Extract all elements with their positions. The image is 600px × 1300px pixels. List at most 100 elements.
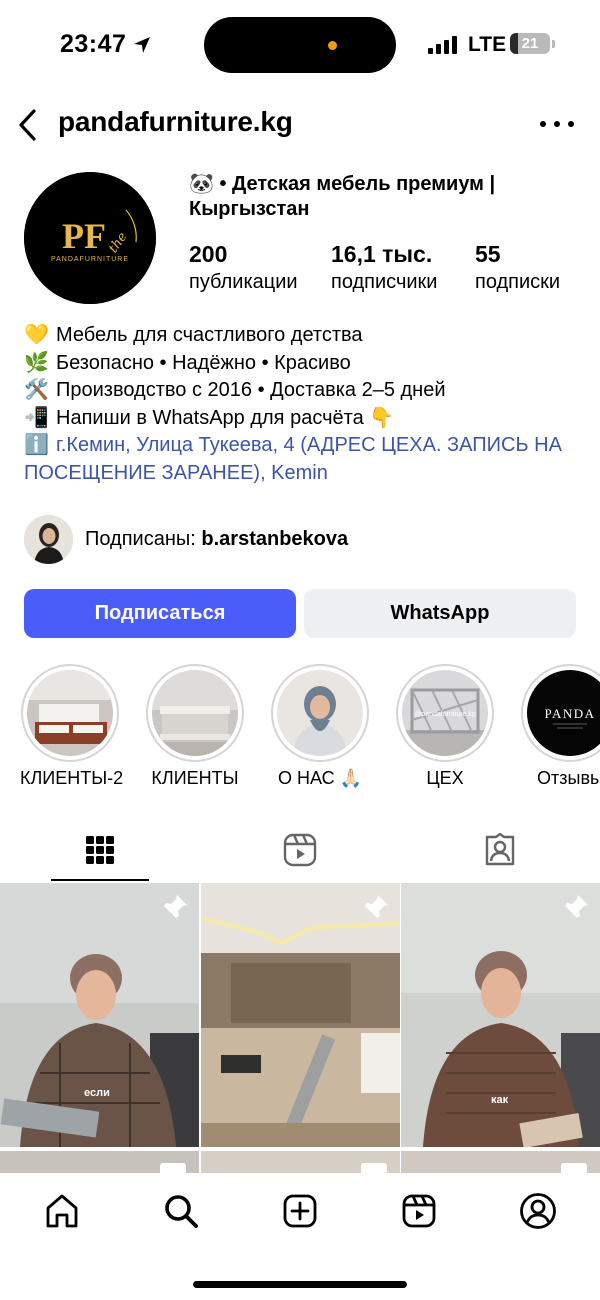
stat-label: подписки xyxy=(475,271,561,293)
search-icon xyxy=(165,1195,198,1228)
post-image xyxy=(401,883,600,1147)
location-arrow-icon xyxy=(134,36,151,53)
tab-posts-grid[interactable] xyxy=(0,818,200,882)
bio-emoji: 📲 xyxy=(24,406,49,429)
post-image xyxy=(0,883,199,1147)
bio-text: Напиши в WhatsApp для расчёта 👇 xyxy=(56,406,395,429)
highlight-label: КЛИЕНТЫ-2 xyxy=(20,768,124,788)
address-text: г.Кемин, Улица Тукеева, 4 (АДРЕС ЦЕХА. З… xyxy=(24,434,562,484)
panda-furniture-logo: PF the PANDAFURNITURE xyxy=(24,172,156,304)
post-thumbnail[interactable] xyxy=(401,1151,600,1173)
more-options-button[interactable] xyxy=(540,112,574,136)
profile-username: pandafurniture.kg xyxy=(58,106,293,137)
post-thumbnail[interactable]: если xyxy=(0,883,199,1147)
bio-text: Мебель для счастливого детства xyxy=(56,324,363,346)
highlight-item[interactable]: КЛИЕНТЫ xyxy=(145,664,245,789)
follower-photo xyxy=(24,514,73,564)
network-type: LTE xyxy=(468,33,507,56)
profile-avatar[interactable]: PF the PANDAFURNITURE xyxy=(24,172,156,304)
time-text: 23:47 xyxy=(60,30,127,58)
battery-percent: 21 xyxy=(521,35,539,52)
pin-icon xyxy=(164,895,187,918)
follower-avatar xyxy=(24,514,73,564)
pin-icon xyxy=(365,895,388,918)
create-icon xyxy=(283,1194,317,1228)
nav-profile[interactable] xyxy=(518,1191,558,1231)
stat-label: публикации xyxy=(189,271,298,293)
nav-reels[interactable] xyxy=(399,1191,439,1231)
bio-emoji: 🌿 xyxy=(24,351,49,374)
reels-icon xyxy=(402,1194,436,1228)
highlight-item[interactable]: PANDA Отзывы xyxy=(520,664,600,789)
tagged-icon xyxy=(485,833,515,866)
highlight-label: О НАС 🙏🏻 xyxy=(277,768,363,788)
posts-grid: если как xyxy=(0,883,600,1173)
bio-emoji: 💛 xyxy=(24,324,49,346)
highlight-image: @pandafurniture.kg xyxy=(402,670,488,756)
back-arrow-icon xyxy=(19,109,36,141)
stat-following[interactable]: 55 подписки xyxy=(475,240,560,296)
bio-emoji: 🛠️ xyxy=(24,379,49,401)
post-caption: как xyxy=(491,1094,509,1106)
followed-by-user[interactable]: b.arstanbekova xyxy=(201,528,348,550)
post-thumbnail[interactable] xyxy=(201,1151,400,1173)
tab-reels[interactable] xyxy=(200,818,400,882)
highlight-label: Отзывы xyxy=(537,768,600,788)
address-link[interactable]: ℹ️ г.Кемин, Улица Тукеева, 4 (АДРЕС ЦЕХА.… xyxy=(24,432,584,487)
highlight-item[interactable]: @pandafurniture.kg ЦЕХ xyxy=(395,664,495,789)
status-bar: 23:47 LTE 21 xyxy=(0,0,600,90)
bio-text: Безопасно • Надёжно • Красиво xyxy=(56,351,351,374)
post-caption: если xyxy=(84,1087,110,1099)
stat-value: 55 xyxy=(475,241,501,267)
more-icon-dot xyxy=(554,121,560,127)
info-icon: ℹ️ xyxy=(24,434,49,456)
post-image xyxy=(201,883,400,1147)
stat-posts[interactable]: 200 публикации xyxy=(189,240,298,296)
profile-header: pandafurniture.kg xyxy=(0,98,600,152)
highlight-image: PANDA xyxy=(527,670,600,756)
nav-search[interactable] xyxy=(161,1191,201,1231)
svg-text:@pandafurniture.kg: @pandafurniture.kg xyxy=(414,711,476,718)
profile-icon xyxy=(520,1193,556,1229)
followed-by[interactable]: Подписаны: b.arstanbekova xyxy=(24,514,348,564)
cell-signal-icon xyxy=(428,36,457,54)
story-highlights: КЛИЕНТЫ-2 КЛИЕНТЫ О НАС 🙏🏻 @pandafurnitu… xyxy=(0,664,600,794)
battery-cap xyxy=(552,40,555,48)
post-thumbnail[interactable] xyxy=(0,1151,199,1173)
battery-fill xyxy=(510,33,519,54)
nav-home[interactable] xyxy=(42,1191,82,1231)
highlight-ring xyxy=(21,664,119,762)
more-icon-dot xyxy=(568,121,574,127)
nav-create[interactable] xyxy=(280,1191,320,1231)
stat-followers[interactable]: 16,1 тыс. подписчики xyxy=(331,240,437,296)
bio-line: 🌿 Безопасно • Надёжно • Красиво xyxy=(24,350,584,378)
reels-icon xyxy=(283,833,317,867)
profile-stats: 200 публикации 16,1 тыс. подписчики 55 п… xyxy=(189,240,589,296)
stat-value: 16,1 тыс. xyxy=(331,241,433,267)
highlight-item[interactable]: О НАС 🙏🏻 xyxy=(270,664,370,789)
more-icon-dot xyxy=(540,121,546,127)
profile-tabs xyxy=(0,818,600,882)
island-indicator-dot xyxy=(328,41,337,50)
follow-button[interactable]: Подписаться xyxy=(24,589,296,638)
bio-line: 💛 Мебель для счастливого детства xyxy=(24,322,584,350)
highlight-item[interactable]: КЛИЕНТЫ-2 xyxy=(20,664,124,789)
grid-icon xyxy=(86,836,114,864)
pin-icon xyxy=(565,895,588,918)
profile-bio: 💛 Мебель для счастливого детства 🌿 Безопас… xyxy=(24,322,584,487)
highlight-ring xyxy=(146,664,244,762)
svg-text:PANDA: PANDA xyxy=(544,706,595,721)
tab-tagged[interactable] xyxy=(400,818,600,882)
svg-text:PF: PF xyxy=(62,216,106,256)
bio-text: Производство с 2016 • Доставка 2–5 дней xyxy=(56,379,446,401)
svg-text:PANDAFURNITURE: PANDAFURNITURE xyxy=(51,256,129,263)
whatsapp-button[interactable]: WhatsApp xyxy=(304,589,576,638)
post-thumbnail[interactable]: как xyxy=(401,883,600,1147)
bio-line: 📲 Напиши в WhatsApp для расчёта 👇 xyxy=(24,405,584,433)
profile-category: 🐼 • Детская мебель премиум | Кыргызстан xyxy=(189,173,496,220)
back-button[interactable] xyxy=(10,106,44,144)
highlight-ring: @pandafurniture.kg xyxy=(396,664,494,762)
highlight-ring xyxy=(271,664,369,762)
post-thumbnail[interactable] xyxy=(201,883,400,1147)
followed-by-prefix: Подписаны: xyxy=(85,527,202,550)
